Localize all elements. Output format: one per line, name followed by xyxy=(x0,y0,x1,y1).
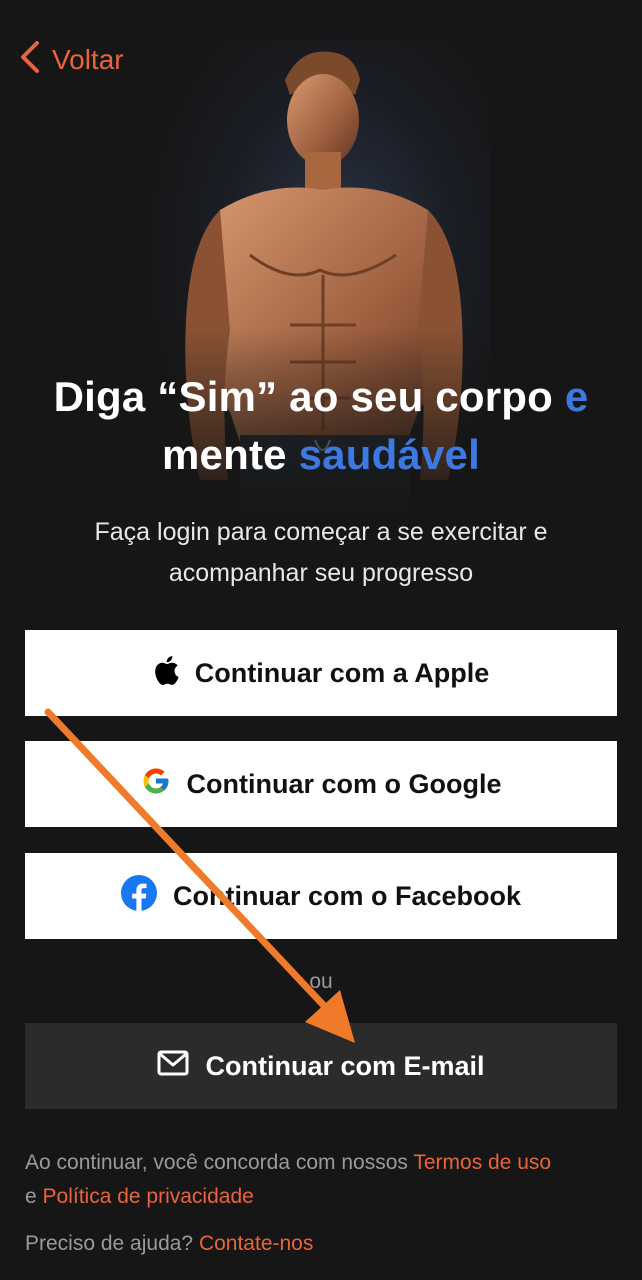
page-subtitle: Faça login para começar a se exercitar e… xyxy=(40,512,602,594)
google-icon xyxy=(141,766,171,803)
headline-text-1: Diga “Sim” ao seu corpo xyxy=(53,373,565,420)
continue-with-apple-button[interactable]: Continuar com a Apple xyxy=(25,630,617,716)
email-button-label: Continuar com E-mail xyxy=(205,1050,485,1081)
subtitle-line-1: Faça login para começar a se exercitar e xyxy=(94,518,548,546)
headline-accent-2: saudável xyxy=(298,431,480,478)
legal-conjunction: e xyxy=(25,1185,43,1208)
facebook-button-label: Continuar com o Facebook xyxy=(172,880,522,911)
headline-accent-1: e xyxy=(564,373,589,420)
continue-with-email-button[interactable]: Continuar com E-mail xyxy=(25,1023,617,1109)
continue-with-google-button[interactable]: Continuar com o Google xyxy=(25,741,617,827)
back-button[interactable]: Voltar xyxy=(18,38,124,82)
terms-of-use-link[interactable]: Termos de uso xyxy=(413,1151,551,1174)
legal-prefix: Ao continuar, você concorda com nossos xyxy=(25,1151,414,1174)
headline-text-2: mente xyxy=(162,431,299,478)
mail-icon xyxy=(157,1050,189,1083)
contact-us-link[interactable]: Contate-nos xyxy=(199,1232,313,1255)
facebook-icon xyxy=(120,874,157,918)
or-divider: ou xyxy=(309,970,333,993)
help-section: Preciso de ajuda? Contate-nos xyxy=(25,1227,625,1261)
google-button-label: Continuar com o Google xyxy=(186,768,502,799)
subtitle-line-2: acompanhar seu progresso xyxy=(168,559,474,587)
apple-button-label: Continuar com a Apple xyxy=(194,657,490,688)
chevron-left-icon xyxy=(18,40,42,81)
page-title: Diga “Sim” ao seu corpo e mente saudável xyxy=(0,368,642,484)
legal-notice: Ao continuar, você concorda com nossos T… xyxy=(25,1146,625,1214)
continue-with-facebook-button[interactable]: Continuar com o Facebook xyxy=(25,853,617,939)
back-label: Voltar xyxy=(52,44,124,75)
apple-icon xyxy=(153,655,179,692)
help-prefix: Preciso de ajuda? xyxy=(25,1232,199,1255)
privacy-policy-link[interactable]: Política de privacidade xyxy=(43,1185,254,1208)
